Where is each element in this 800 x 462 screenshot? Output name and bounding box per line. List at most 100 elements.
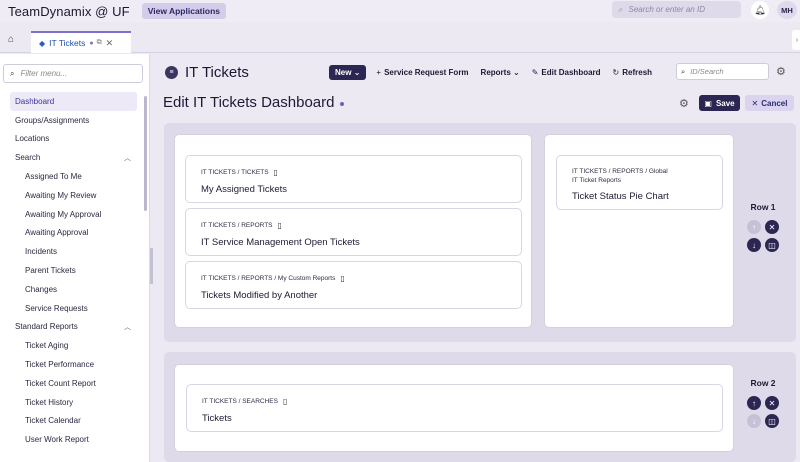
dashboard-row-1: IT TICKETS / TICKETS ▯ My Assigned Ticket…: [164, 123, 796, 342]
widget-breadcrumb: IT TICKETS / TICKETS: [201, 169, 269, 176]
sidebar-item-assigned-to-me[interactable]: Assigned To Me: [10, 167, 137, 186]
sidebar-scrollbar[interactable]: [144, 96, 147, 211]
reports-button[interactable]: Reports ⌄: [481, 68, 520, 77]
service-request-form-button[interactable]: + Service Request Form: [376, 68, 468, 77]
id-search-input[interactable]: ⌕ ID/Search: [676, 63, 769, 80]
widget-breadcrumb: IT TICKETS / REPORTS / Global: [572, 168, 668, 175]
sidebar-item-service-requests[interactable]: Service Requests: [10, 299, 137, 318]
plus-icon: +: [376, 67, 382, 77]
widget-title: Tickets Modified by Another: [201, 290, 318, 301]
app-title: IT Tickets: [185, 64, 249, 81]
cancel-button[interactable]: ✕ Cancel: [745, 95, 794, 111]
widget-breadcrumb: IT TICKETS / REPORTS: [201, 222, 273, 229]
sidebar-item-ticket-aging[interactable]: Ticket Aging: [10, 336, 137, 355]
new-button[interactable]: New ⌄: [329, 64, 367, 80]
avatar[interactable]: MH: [777, 1, 797, 19]
filter-menu-input[interactable]: ⌕ Filter menu...: [3, 64, 143, 83]
gear-icon[interactable]: ⚙: [776, 65, 786, 78]
widget-tickets-modified[interactable]: IT TICKETS / REPORTS / My Custom Reports…: [185, 261, 522, 309]
global-search-input[interactable]: ⌕ Search or enter an ID: [612, 1, 741, 18]
sidebar-group-search[interactable]: Search ︿: [10, 148, 137, 167]
chevron-down-icon: ⌄: [353, 67, 361, 77]
save-button[interactable]: ▣ Save: [699, 95, 740, 111]
widget-my-assigned-tickets[interactable]: IT TICKETS / TICKETS ▯ My Assigned Ticket…: [185, 155, 522, 203]
brand-title[interactable]: TeamDynamix @ UF: [8, 4, 130, 19]
widget-breadcrumb: IT TICKETS / SEARCHES: [202, 398, 278, 405]
sidebar-item-changes[interactable]: Changes: [10, 280, 137, 299]
chevron-up-icon: ︿: [124, 154, 131, 162]
unsaved-dot-icon: ●: [89, 39, 94, 47]
row1-column-right: IT TICKETS / REPORTS / Global IT Ticket …: [544, 134, 734, 328]
search-icon: ⌕: [618, 4, 623, 14]
tag-icon: ◆: [39, 38, 46, 48]
app-header: ≡ IT Tickets: [165, 64, 249, 81]
sidebar-item-locations[interactable]: Locations: [10, 130, 137, 149]
sidebar-group-standard-reports[interactable]: Standard Reports ︿: [10, 318, 137, 337]
sidebar-item-groups-assignments[interactable]: Groups/Assignments: [10, 111, 137, 130]
widget-breadcrumb: IT Ticket Reports: [572, 177, 622, 184]
sidebar-item-parent-tickets[interactable]: Parent Tickets: [10, 261, 137, 280]
sidebar-item-ticket-count-report[interactable]: Ticket Count Report: [10, 374, 137, 393]
widget-ticket-status-pie-chart[interactable]: IT TICKETS / REPORTS / Global IT Ticket …: [556, 155, 723, 210]
menu-lines-icon[interactable]: ≡: [165, 66, 178, 79]
sidebar-item-ticket-history[interactable]: Ticket History: [10, 393, 137, 412]
tab-it-tickets[interactable]: ◆ IT Tickets ● ⧉ ✕: [31, 31, 131, 53]
toolbar: New ⌄ + Service Request Form Reports ⌄ ✎ E…: [329, 64, 664, 80]
bell-icon: 🔔︎: [754, 4, 766, 15]
popout-icon[interactable]: ⧉: [97, 39, 102, 47]
mobile-icon: ▯: [340, 274, 345, 283]
row-layout-button[interactable]: ◫: [765, 238, 779, 252]
sidebar-item-awaiting-my-approval[interactable]: Awaiting My Approval: [10, 205, 137, 224]
widget-tickets-search[interactable]: IT TICKETS / SEARCHES ▯ Tickets: [186, 384, 723, 432]
gear-icon[interactable]: ⚙: [679, 97, 689, 110]
chevron-down-icon: ⌄: [513, 67, 520, 77]
remove-row-button[interactable]: ✕: [765, 396, 779, 410]
remove-row-button[interactable]: ✕: [765, 220, 779, 234]
search-icon: ⌕: [10, 68, 15, 78]
chevron-up-icon: ︿: [124, 323, 131, 331]
sidebar-item-incidents[interactable]: Incidents: [10, 242, 137, 261]
search-icon: ⌕: [681, 66, 686, 76]
row1-controls: Row 1 ↑ ✕ ↓ ◫: [745, 202, 781, 256]
sidebar-item-dashboard[interactable]: Dashboard: [10, 92, 137, 111]
collapse-button[interactable]: ›: [792, 30, 800, 50]
close-icon[interactable]: ✕: [106, 38, 114, 49]
widget-title: IT Service Management Open Tickets: [201, 237, 360, 248]
move-up-button[interactable]: ↑: [747, 396, 761, 410]
page-title: Edit IT Tickets Dashboard: [163, 94, 335, 111]
refresh-icon: ↻: [612, 67, 620, 77]
sidebar-item-user-work-report[interactable]: User Work Report: [10, 430, 137, 449]
widget-title: My Assigned Tickets: [201, 184, 288, 195]
widget-title: Ticket Status Pie Chart: [572, 191, 669, 202]
widget-title: Tickets: [202, 413, 232, 424]
mobile-icon: ▯: [273, 168, 278, 177]
refresh-button[interactable]: ↻ Refresh: [613, 68, 653, 77]
main-content: ≡ IT Tickets New ⌄ + Service Request Form…: [153, 54, 800, 462]
status-dot-icon: [340, 102, 345, 106]
home-icon[interactable]: ⌂: [8, 34, 14, 45]
dashboard-row-2: IT TICKETS / SEARCHES ▯ Tickets Row 2 ↑ ✕…: [164, 352, 796, 462]
mobile-icon: ▯: [282, 397, 288, 406]
edit-dashboard-button[interactable]: ✎ Edit Dashboard: [532, 68, 601, 77]
pencil-icon: ✎: [531, 67, 539, 77]
row1-column-left: IT TICKETS / TICKETS ▯ My Assigned Ticket…: [174, 134, 532, 328]
move-down-button[interactable]: ↓: [747, 238, 761, 252]
widget-breadcrumb: IT TICKETS / REPORTS / My Custom Reports: [201, 275, 336, 282]
row2-controls: Row 2 ↑ ✕ ↓ ◫: [745, 378, 781, 432]
view-applications-button[interactable]: View Applications: [141, 3, 226, 19]
notifications-button[interactable]: 🔔︎: [751, 1, 769, 19]
row2-column: IT TICKETS / SEARCHES ▯ Tickets: [174, 364, 734, 452]
close-icon: ✕: [751, 98, 759, 108]
row-label: Row 2: [750, 378, 776, 388]
sidebar-item-awaiting-approval[interactable]: Awaiting Approval: [10, 224, 137, 243]
move-down-button[interactable]: ↓: [747, 414, 761, 428]
tab-bar: ⌂ ◆ IT Tickets ● ⧉ ✕: [0, 22, 800, 53]
move-up-button[interactable]: ↑: [747, 220, 761, 234]
row-layout-button[interactable]: ◫: [765, 414, 779, 428]
floppy-icon: ▣: [704, 98, 712, 108]
sidebar-item-ticket-calendar[interactable]: Ticket Calendar: [10, 412, 137, 431]
widget-itsm-open-tickets[interactable]: IT TICKETS / REPORTS ▯ IT Service Managem…: [185, 208, 522, 256]
sidebar-item-awaiting-my-review[interactable]: Awaiting My Review: [10, 186, 137, 205]
sidebar-item-ticket-performance[interactable]: Ticket Performance: [10, 355, 137, 374]
row-label: Row 1: [750, 202, 776, 212]
